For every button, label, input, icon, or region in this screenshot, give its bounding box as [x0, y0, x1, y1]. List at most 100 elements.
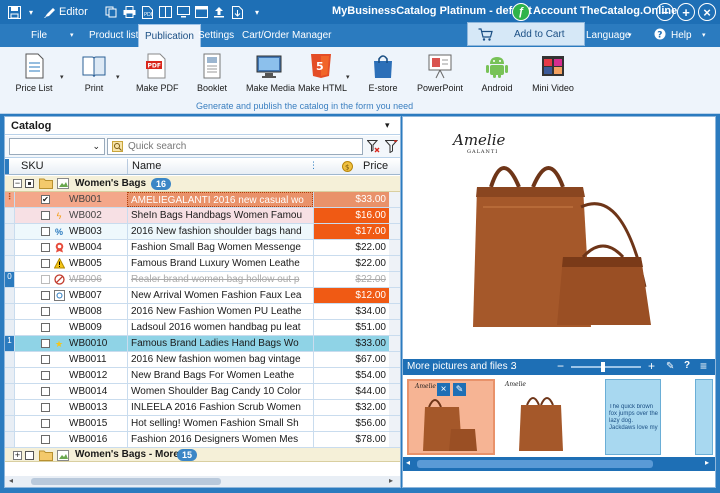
row-checkbox[interactable]: ✔ — [41, 195, 50, 204]
catalog-dropdown-icon[interactable]: ▾ — [385, 120, 390, 131]
language-dropdown-icon[interactable]: ▾ — [628, 24, 632, 47]
group-checkbox[interactable] — [25, 179, 34, 188]
thumbnail-selected[interactable]: Amelie × ✎ — [407, 379, 495, 455]
zoom-in-icon[interactable]: + — [648, 359, 655, 373]
row-checkbox[interactable] — [41, 307, 50, 316]
zoom-slider[interactable] — [571, 366, 641, 368]
tab-publication[interactable]: Publication — [138, 24, 201, 47]
row-checkbox[interactable] — [41, 227, 50, 236]
tab-product-list[interactable]: Product list — [89, 24, 138, 47]
export-icon[interactable] — [230, 4, 244, 20]
table-row[interactable]: WB004 Fashion Small Bag Women Messenge $… — [5, 240, 400, 256]
delete-thumbnail-icon[interactable]: × — [437, 383, 450, 396]
table-row[interactable]: WB0013 INLEELA 2016 Fashion Scrub Women … — [5, 400, 400, 416]
zoom-out-icon[interactable]: − — [557, 359, 564, 373]
table-row[interactable]: WB009 Ladsoul 2016 women handbag pu leat… — [5, 320, 400, 336]
monitor-icon[interactable] — [176, 4, 190, 20]
collapse-toggle-icon[interactable]: − — [13, 179, 22, 188]
file-dropdown-icon[interactable]: ▾ — [70, 24, 74, 47]
quick-search-input[interactable]: Quick search — [107, 138, 363, 155]
tab-cart-order-manager[interactable]: Cart/Order Manager — [242, 24, 331, 47]
row-name[interactable]: AMELIEGALANTI 2016 new casual wo — [127, 192, 313, 207]
table-row[interactable]: WB005 Famous Brand Luxury Women Leathe $… — [5, 256, 400, 272]
quick-access-dropdown-icon[interactable]: ▾ — [252, 4, 262, 20]
price-list-button[interactable]: Price List — [12, 53, 56, 93]
help-menu[interactable]: Help — [671, 24, 692, 47]
table-row[interactable]: WB0014 Women Shoulder Bag Candy 10 Color… — [5, 384, 400, 400]
row-checkbox[interactable] — [41, 275, 50, 284]
row-checkbox[interactable] — [41, 403, 50, 412]
horizontal-scrollbar[interactable]: ◂ ▸ — [5, 476, 400, 487]
booklet-button[interactable]: Booklet — [192, 53, 232, 93]
language-menu[interactable]: Language — [586, 24, 631, 47]
help-dropdown-icon[interactable]: ▾ — [702, 24, 706, 47]
scroll-left-icon[interactable]: ◂ — [9, 476, 13, 485]
col-sku-header[interactable]: SKU — [21, 160, 44, 172]
save-dropdown-icon[interactable]: ▾ — [26, 4, 36, 20]
row-checkbox[interactable] — [41, 419, 50, 428]
thumbnail-scrollbar[interactable]: ◂ ▸ — [403, 457, 715, 471]
table-row[interactable]: WB0015 Hot selling! Women Fashion Small … — [5, 416, 400, 432]
scroll-thumb[interactable] — [31, 478, 221, 485]
window-icon[interactable] — [194, 4, 208, 20]
filter-combo[interactable]: ⌄ — [9, 138, 105, 155]
pin-icon[interactable]: ✎ — [666, 361, 674, 372]
copy-icon[interactable] — [104, 4, 118, 20]
help-question-icon[interactable]: ? — [684, 360, 690, 371]
row-checkbox[interactable] — [41, 211, 50, 220]
row-checkbox[interactable] — [41, 323, 50, 332]
booklet-icon[interactable] — [158, 4, 172, 20]
table-row[interactable]: WB0012 New Brand Bags For Women Leathe $… — [5, 368, 400, 384]
make-pdf-button[interactable]: PDF Make PDF — [136, 53, 179, 93]
thumbnail-document[interactable]: The quick brown fox jumps over the lazy … — [599, 379, 687, 455]
menu-icon[interactable]: ≡ — [700, 359, 707, 373]
product-image[interactable] — [463, 157, 663, 337]
make-media-button[interactable]: Make Media — [246, 53, 295, 93]
e-store-button[interactable]: E-store — [364, 53, 402, 93]
mini-video-button[interactable]: Mini Video — [530, 53, 576, 93]
table-row[interactable]: WB0011 2016 New fashion women bag vintag… — [5, 352, 400, 368]
table-row[interactable]: % WB003 2016 New fashion shoulder bags h… — [5, 224, 400, 240]
expand-toggle-icon[interactable]: + — [13, 451, 22, 460]
group-checkbox[interactable] — [25, 451, 34, 460]
table-row[interactable]: ⋮ ✔ WB001 AMELIEGALANTI 2016 new casual … — [5, 192, 400, 208]
powerpoint-button[interactable]: PowerPoint — [416, 53, 464, 93]
catalog-header[interactable]: Catalog ▾ — [5, 117, 400, 135]
filter-icon[interactable] — [384, 140, 399, 156]
pdf-icon[interactable]: PDF — [140, 4, 154, 20]
table-row[interactable]: WB007 New Arrival Women Fashion Faux Lea… — [5, 288, 400, 304]
row-checkbox[interactable] — [41, 243, 50, 252]
tab-settings[interactable]: Settings — [198, 24, 234, 47]
table-row[interactable]: 1 ★ WB0010 Famous Brand Ladies Hand Bags… — [5, 336, 400, 352]
upload-icon[interactable] — [212, 4, 226, 20]
table-row[interactable]: ϟ WB002 SheIn Bags Handbags Women Famou … — [5, 208, 400, 224]
group-row[interactable]: − Women's Bags 16 — [5, 176, 400, 192]
print-button[interactable]: Print — [76, 53, 112, 93]
table-row[interactable]: WB008 2016 New Fashion Women PU Leathe $… — [5, 304, 400, 320]
row-checkbox[interactable] — [41, 371, 50, 380]
thumbnail-partial[interactable] — [695, 379, 713, 455]
row-checkbox[interactable] — [41, 339, 50, 348]
group-row[interactable]: + Women's Bags - More 15 — [5, 448, 400, 462]
print-icon[interactable] — [122, 4, 136, 20]
col-price-header[interactable]: Price — [363, 160, 388, 172]
maximize-icon[interactable]: + — [677, 3, 695, 21]
clear-filter-icon[interactable] — [366, 140, 380, 156]
row-checkbox[interactable] — [41, 291, 50, 300]
scroll-thumb[interactable] — [417, 460, 653, 468]
add-to-cart-button[interactable]: Add to Cart — [467, 22, 585, 46]
editor-button[interactable]: Editor — [59, 4, 88, 20]
save-icon[interactable] — [6, 4, 22, 20]
table-row[interactable]: 0 WB006 Realer brand women bag hollow ou… — [5, 272, 400, 288]
tab-file[interactable]: File — [31, 24, 47, 47]
close-icon[interactable]: × — [698, 3, 716, 21]
combo-chevron-down-icon[interactable]: ⌄ — [92, 141, 100, 152]
zoom-slider-thumb[interactable] — [601, 362, 605, 372]
row-checkbox[interactable] — [41, 259, 50, 268]
scroll-left-icon[interactable]: ◂ — [406, 458, 410, 467]
row-checkbox[interactable] — [41, 387, 50, 396]
editor-icon[interactable] — [42, 4, 56, 20]
help-icon[interactable]: ? — [654, 24, 666, 47]
table-row[interactable]: WB0016 Fashion 2016 Designers Women Mes … — [5, 432, 400, 448]
edit-thumbnail-icon[interactable]: ✎ — [453, 383, 466, 396]
